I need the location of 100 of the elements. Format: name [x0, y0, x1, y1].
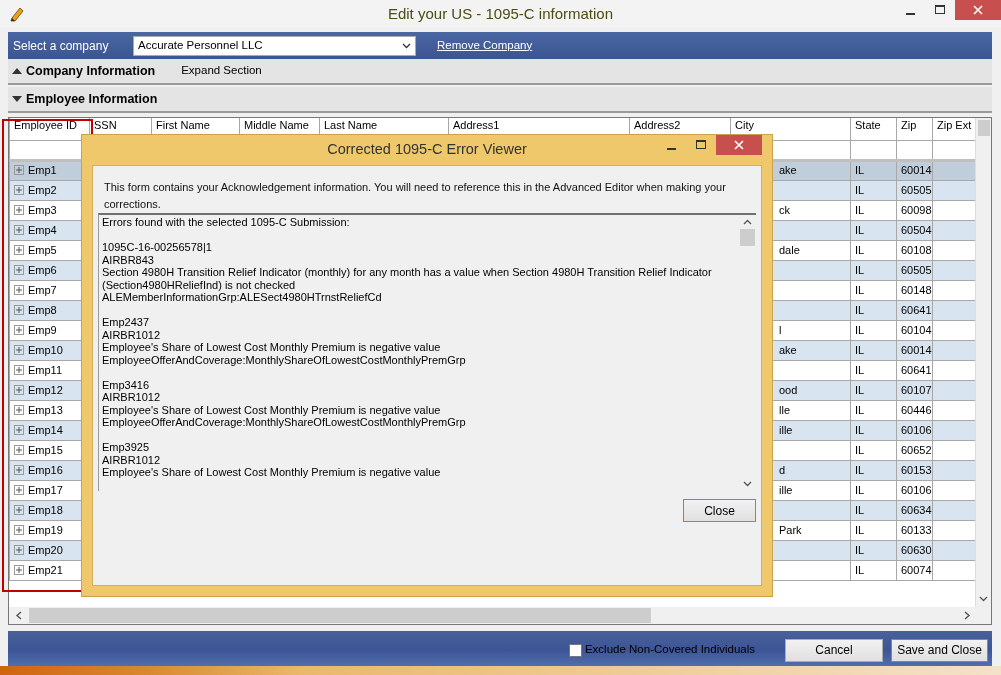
expand-icon[interactable]	[14, 404, 24, 415]
section-title: Company Information	[26, 62, 156, 80]
table-cell: ille	[779, 483, 793, 496]
remove-company-link[interactable]: Remove Company	[437, 36, 533, 55]
expand-icon[interactable]	[14, 384, 24, 395]
error-line: Emp2437	[102, 316, 151, 329]
company-dropdown[interactable]: Accurate Personnel LLC	[133, 35, 416, 56]
table-cell: IL	[855, 283, 865, 296]
table-cell: IL	[855, 463, 865, 476]
scrollbar-thumb[interactable]	[29, 608, 651, 623]
caret-icon[interactable]	[12, 95, 22, 103]
table-cell: Emp9	[28, 323, 57, 336]
table-cell: IL	[855, 363, 865, 376]
table-cell: IL	[855, 403, 865, 416]
expand-icon[interactable]	[14, 524, 24, 535]
expand-icon[interactable]	[14, 165, 24, 176]
minimize-icon	[905, 12, 915, 15]
table-cell: 60634	[901, 503, 932, 516]
table-cell: ake	[779, 164, 797, 177]
chevron-left-icon[interactable]	[15, 611, 23, 620]
table-cell: Emp17	[28, 483, 63, 496]
column-header[interactable]: Address1	[453, 119, 500, 131]
table-cell: IL	[855, 563, 865, 576]
table-cell: IL	[855, 183, 865, 196]
table-cell: 60133	[901, 523, 932, 536]
table-cell: IL	[855, 223, 865, 236]
horizontal-scrollbar[interactable]	[9, 607, 991, 624]
error-line: EmployeeOfferAndCoverage:MonthlyShareOfLowestCostMonthlyPremGrp	[102, 416, 467, 429]
table-cell: 60505	[901, 263, 932, 276]
expand-icon[interactable]	[14, 344, 24, 355]
table-cell: dale	[779, 243, 800, 256]
intro-text: This form contains your Acknowledgement information. You will need to reference this in the Advanced Editor when making your corrections.	[104, 181, 726, 210]
scrollbar-thumb[interactable]	[739, 229, 755, 246]
table-cell: 60074	[901, 563, 932, 576]
expand-icon[interactable]	[14, 424, 24, 435]
table-cell: 60153	[901, 463, 932, 476]
table-cell: l	[779, 323, 782, 336]
table-cell: d	[779, 463, 786, 476]
expand-icon[interactable]	[14, 304, 24, 315]
close-dialog-button[interactable]: Close	[683, 499, 756, 522]
chevron-down-icon[interactable]	[979, 596, 988, 602]
error-line: Emp3925	[102, 441, 151, 454]
expand-icon[interactable]	[14, 464, 24, 475]
save-and-close-button[interactable]: Save and Close	[891, 638, 988, 662]
table-cell: 60098	[901, 203, 932, 216]
caret-icon[interactable]	[12, 67, 22, 75]
table-cell: Emp3	[28, 203, 57, 216]
cancel-button[interactable]: Cancel	[785, 638, 883, 662]
expand-icon[interactable]	[14, 364, 24, 375]
vertical-scrollbar[interactable]	[975, 118, 991, 607]
table-cell: Emp13	[28, 403, 63, 416]
error-line: EmployeeOfferAndCoverage:MonthlyShareOfLowestCostMonthlyPremGrp	[102, 353, 467, 366]
expand-icon[interactable]	[14, 184, 24, 195]
error-line: AIRBR843	[102, 253, 155, 266]
checkbox[interactable]	[568, 643, 582, 657]
table-cell: 60106	[901, 483, 932, 496]
table-cell: 60014	[901, 343, 932, 356]
close-icon	[734, 140, 744, 150]
table-cell: Emp19	[28, 523, 63, 536]
expand-icon[interactable]	[14, 444, 24, 455]
table-cell: 60641	[901, 363, 932, 376]
expand-icon[interactable]	[14, 264, 24, 275]
table-cell: IL	[855, 523, 865, 536]
section-title: Employee Information	[26, 90, 158, 108]
error-line: AIRBR1012	[102, 453, 162, 466]
table-cell: Emp18	[28, 503, 63, 516]
column-header[interactable]: SSN	[94, 119, 117, 131]
table-cell: Emp14	[28, 423, 63, 436]
error-line: Errors found with the selected 1095-C Submission:	[102, 216, 351, 229]
table-cell: Emp4	[28, 223, 57, 236]
table-cell: IL	[855, 383, 865, 396]
chevron-down-icon[interactable]	[742, 481, 752, 487]
table-cell: Emp21	[28, 563, 63, 576]
table-cell: 60014	[901, 164, 932, 177]
table-cell: ck	[779, 203, 790, 216]
table-cell: 60505	[901, 183, 932, 196]
error-line: Employee's Share of Lowest Cost Monthly Premium is negative value	[102, 466, 442, 479]
error-line: ALEMemberInformationGrp:ALESect4980HTrnstReliefCd	[102, 291, 383, 304]
expand-section-link[interactable]: Expand Section	[181, 62, 262, 80]
expand-icon[interactable]	[14, 544, 24, 555]
chevron-up-icon[interactable]	[742, 219, 752, 225]
error-line: AIRBR1012	[102, 391, 162, 404]
expand-icon[interactable]	[14, 224, 24, 235]
expand-icon[interactable]	[14, 484, 24, 495]
table-cell: Emp2	[28, 183, 57, 196]
table-cell: IL	[855, 423, 865, 436]
table-cell: 60106	[901, 423, 932, 436]
expand-icon[interactable]	[14, 284, 24, 295]
table-cell: Emp16	[28, 463, 63, 476]
expand-icon[interactable]	[14, 204, 24, 215]
chevron-right-icon[interactable]	[963, 611, 971, 620]
expand-icon[interactable]	[14, 504, 24, 515]
expand-icon[interactable]	[14, 244, 24, 255]
table-cell: ood	[779, 383, 798, 396]
table-cell: 60108	[901, 243, 932, 256]
expand-icon[interactable]	[14, 324, 24, 335]
table-cell: Emp12	[28, 383, 63, 396]
expand-icon[interactable]	[14, 564, 24, 575]
column-header[interactable]: City	[735, 119, 754, 131]
scrollbar-thumb[interactable]	[977, 120, 990, 136]
